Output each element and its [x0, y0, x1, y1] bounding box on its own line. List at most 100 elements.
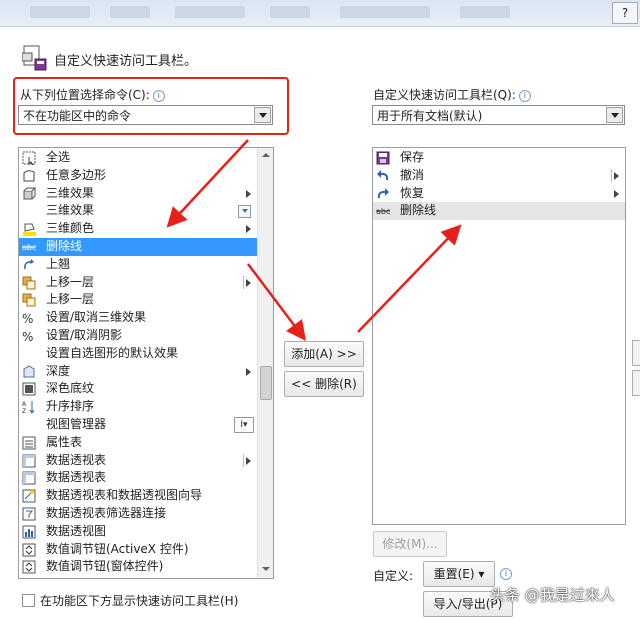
list-item[interactable]: 上移一层 [19, 274, 257, 292]
list-item-label: 数据透视表筛选器连接 [46, 506, 167, 520]
list-item-label: 数值调节钮(ActiveX 控件) [46, 541, 189, 556]
list-item[interactable]: 设置自选图形的默认效果 [19, 345, 257, 363]
chevron-right-icon [246, 189, 251, 198]
list-item-label: 视图管理器 [46, 417, 107, 431]
quick-access-toolbar-icon [21, 44, 48, 72]
chevron-down-icon[interactable] [606, 107, 623, 123]
list-item-label: 数据透视表 [46, 470, 107, 485]
list-item-label: 删除线 [46, 239, 83, 253]
property-sheet-icon [22, 436, 36, 450]
text-box-icon: I▾ [234, 417, 254, 433]
list-item-label: 设置/取消阴影 [46, 328, 123, 342]
list-item[interactable]: 三维颜色 [19, 220, 257, 238]
reset-button[interactable]: 重置(E) ▾ [423, 561, 495, 587]
scroll-up-icon[interactable] [258, 148, 273, 163]
list-item[interactable]: 属性表 [19, 434, 257, 452]
svg-text:Z: Z [22, 408, 26, 414]
list-item[interactable]: 数据透视表 [19, 452, 257, 470]
list-item[interactable]: % 设置/取消三维效果 [19, 309, 257, 327]
move-up-button[interactable] [632, 340, 640, 366]
list-item[interactable]: 数据透视表筛选器连接 [19, 505, 257, 523]
dark-shading-icon [22, 382, 36, 396]
pivot-chart-icon [22, 525, 36, 539]
remove-button[interactable]: << 删除(R) [284, 371, 364, 397]
list-item[interactable]: 保存 [373, 149, 625, 167]
list-item[interactable]: 上翘 [19, 256, 257, 274]
chevron-right-icon [246, 278, 251, 287]
show-below-ribbon-checkbox[interactable] [22, 594, 35, 607]
list-item[interactable]: 视图管理器 I▾ [19, 416, 257, 434]
list-item[interactable]: 上移一层 [19, 291, 257, 309]
customize-toolbar-label: 自定义快速访问工具栏(Q): i [373, 86, 531, 103]
3d-color-icon [22, 222, 36, 237]
move-down-button[interactable] [632, 370, 640, 396]
svg-text:%: % [22, 330, 33, 343]
list-item-label: 数值调节钮(窗体控件) [46, 559, 164, 574]
chevron-right-icon [614, 171, 619, 180]
list-item[interactable]: abc 删除线 [19, 238, 257, 256]
bring-forward-icon [22, 276, 36, 290]
list-item[interactable]: 数值调节钮(ActiveX 控件) [19, 541, 257, 559]
list-item[interactable]: 数据透视表和数据透视图向导 [19, 487, 257, 505]
dialog-title: 自定义快速访问工具栏。 [54, 54, 198, 69]
list-item-label: 恢复 [400, 185, 425, 200]
list-item[interactable]: 三维效果 [19, 202, 257, 220]
annotation-highlight-box [13, 77, 289, 135]
toggle-shadow-icon: % [22, 329, 36, 344]
separator [243, 453, 244, 467]
toolbar-scope-value: 用于所有文档(默认) [377, 109, 483, 123]
list-item[interactable]: 全选 [19, 149, 257, 167]
list-item[interactable]: A Z 升序排序 [19, 398, 257, 416]
undo-icon [376, 169, 390, 183]
list-item-label: 三维效果 [46, 203, 95, 218]
list-item-label: 撤消 [400, 167, 425, 182]
list-item[interactable]: 数值调节钮(窗体控件) [19, 558, 257, 576]
separator [611, 168, 612, 182]
pivot-wizard-icon [22, 489, 36, 503]
svg-text:A: A [22, 401, 27, 408]
list-item[interactable]: 撤消 [373, 167, 625, 185]
strikethrough-icon: abc [376, 204, 390, 218]
pivot-table-icon [22, 454, 36, 468]
list-item-label: 数据透视表 [46, 452, 107, 467]
dropdown-icon [238, 205, 251, 219]
freeform-icon [22, 169, 36, 183]
list-item-label: 深度 [46, 363, 71, 378]
svg-text:%: % [22, 312, 33, 325]
scroll-thumb[interactable] [260, 366, 272, 400]
chevron-right-icon [246, 225, 251, 234]
modify-button[interactable]: 修改(M)... [373, 531, 447, 557]
list-item-label: 数据透视图 [46, 523, 107, 538]
list-item[interactable]: 深色底纹 [19, 380, 257, 398]
info-icon: i [500, 568, 512, 580]
scroll-down-icon[interactable] [258, 562, 273, 577]
available-commands-list[interactable]: 全选 任意多边形 三维效果 三维效果 三维颜色 abc 删除线 上翘 上移一层 上移一层% 设置/取… [18, 147, 274, 579]
list-item[interactable]: 数据透视表 [19, 469, 257, 487]
3d-effect-icon [22, 187, 37, 201]
list-item-label: 数据透视表和数据透视图向导 [46, 488, 203, 503]
list-item[interactable]: % 设置/取消阴影 [19, 327, 257, 345]
list-item[interactable]: 三维效果 [19, 185, 257, 203]
toolbar-commands-list[interactable]: 保存 撤消恢复 abc 删除线 [372, 147, 626, 525]
select-all-icon [22, 151, 36, 166]
separator [243, 275, 244, 289]
chevron-right-icon [614, 189, 619, 198]
list-item[interactable]: 恢复 [373, 185, 625, 203]
show-below-ribbon-label: 在功能区下方显示快速访问工具栏(H) [40, 594, 239, 608]
list-item[interactable]: abc 删除线 [373, 202, 625, 221]
list-item-label: 设置/取消三维效果 [46, 310, 147, 325]
list-item[interactable]: 深度 [19, 363, 257, 381]
list-item-label: 升序排序 [46, 399, 95, 414]
list-item-label: 设置自选图形的默认效果 [46, 345, 179, 360]
help-button[interactable]: ? [612, 2, 638, 24]
customize-label: 自定义: [373, 569, 414, 583]
list-item[interactable]: 数据透视图 [19, 523, 257, 541]
sort-ascending-icon: AZ [22, 400, 36, 415]
toolbar-scope-dropdown[interactable]: 用于所有文档(默认) [372, 105, 625, 125]
list-item[interactable]: 任意多边形 [19, 167, 257, 185]
ribbon-strip [0, 0, 640, 27]
customize-toolbar-label-text: 自定义快速访问工具栏(Q): [373, 88, 516, 102]
left-list-scrollbar[interactable] [257, 148, 273, 578]
add-button[interactable]: 添加(A) >> [284, 341, 364, 367]
save-icon [376, 151, 390, 165]
